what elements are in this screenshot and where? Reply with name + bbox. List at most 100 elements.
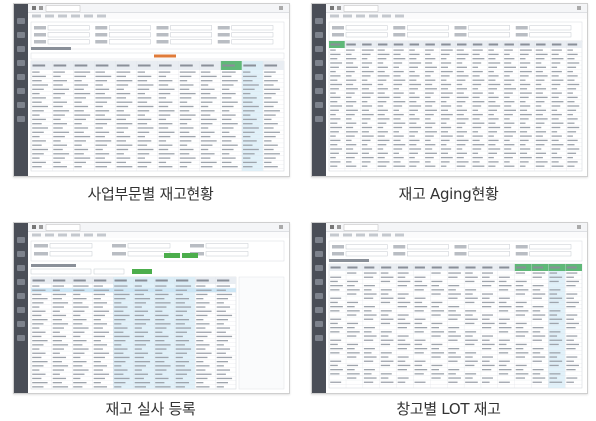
toolbar-button bbox=[356, 14, 365, 18]
cell-text bbox=[498, 280, 507, 283]
cell-text bbox=[52, 344, 69, 346]
cell-text bbox=[380, 272, 389, 274]
cell-text bbox=[155, 331, 163, 333]
cell-text bbox=[95, 123, 108, 125]
cell-text bbox=[488, 105, 501, 107]
cell-text bbox=[93, 335, 105, 338]
cell-text bbox=[53, 101, 67, 103]
cell-text bbox=[114, 352, 124, 354]
cell-text bbox=[216, 327, 231, 329]
cell-text bbox=[73, 348, 89, 350]
cell-text bbox=[243, 161, 257, 164]
filter-label bbox=[34, 33, 46, 37]
cell-text bbox=[93, 340, 101, 342]
cell-text bbox=[114, 382, 126, 384]
cell-text bbox=[196, 361, 204, 363]
cell-text bbox=[482, 356, 493, 358]
cell-text bbox=[532, 369, 544, 371]
cell-text bbox=[93, 285, 103, 287]
cell-text bbox=[155, 285, 167, 287]
cell-text bbox=[221, 84, 234, 86]
cell-text bbox=[179, 127, 194, 129]
cell-text bbox=[431, 364, 443, 367]
cell-text bbox=[330, 381, 342, 383]
filter-label bbox=[515, 33, 528, 37]
cell-text bbox=[409, 118, 420, 120]
cell-text bbox=[330, 113, 336, 116]
cell-text bbox=[137, 144, 148, 146]
cell-text bbox=[221, 161, 232, 164]
cell-text bbox=[216, 344, 224, 346]
column-header-label bbox=[53, 279, 66, 282]
cell-text bbox=[52, 352, 60, 354]
cell-text bbox=[116, 75, 127, 78]
sidebar-item bbox=[17, 321, 25, 327]
cell-text bbox=[535, 66, 547, 68]
cell-text bbox=[519, 113, 532, 116]
cell-text bbox=[472, 101, 485, 103]
column-header-label bbox=[472, 43, 483, 46]
cell-text bbox=[32, 84, 49, 86]
cell-text bbox=[472, 113, 483, 116]
cell-text bbox=[137, 135, 145, 138]
filter-input bbox=[468, 25, 510, 31]
cell-text bbox=[93, 361, 101, 363]
cell-text bbox=[52, 365, 69, 367]
cell-text bbox=[346, 122, 357, 124]
cell-text bbox=[431, 352, 445, 354]
cell-text bbox=[549, 314, 558, 316]
cell-text bbox=[330, 53, 341, 56]
cell-text bbox=[532, 373, 541, 375]
cell-text bbox=[32, 110, 44, 112]
cell-text bbox=[431, 327, 439, 329]
cell-text bbox=[243, 140, 257, 142]
column-header-label bbox=[330, 266, 341, 269]
cell-text bbox=[380, 373, 392, 375]
cell-text bbox=[363, 318, 374, 320]
cell-text bbox=[535, 62, 542, 64]
cell-text bbox=[472, 109, 479, 111]
cell-text bbox=[551, 135, 562, 137]
cell-text bbox=[179, 148, 194, 151]
screen-thumbnail bbox=[14, 4, 289, 176]
highlight-column bbox=[154, 277, 175, 389]
cell-text bbox=[377, 161, 390, 163]
cell-text bbox=[175, 348, 192, 350]
cell-text bbox=[346, 58, 357, 60]
cell-text bbox=[216, 377, 233, 380]
cell-text bbox=[175, 310, 187, 312]
cell-text bbox=[32, 382, 48, 384]
filter-label bbox=[156, 33, 169, 37]
cell-text bbox=[515, 289, 529, 291]
cell-text bbox=[515, 293, 526, 295]
column-header-label bbox=[217, 279, 230, 282]
cell-text bbox=[221, 118, 232, 121]
cell-text bbox=[264, 131, 280, 133]
cell-text bbox=[567, 144, 575, 146]
action-button bbox=[164, 253, 180, 258]
cell-text bbox=[347, 331, 360, 333]
cell-text bbox=[93, 327, 103, 329]
cell-text bbox=[448, 381, 458, 383]
cell-text bbox=[532, 335, 546, 337]
cell-text bbox=[175, 298, 190, 300]
cell-text bbox=[179, 110, 190, 112]
form-input bbox=[127, 243, 171, 249]
cell-text bbox=[158, 101, 173, 103]
cell-text bbox=[380, 381, 394, 383]
cell-text bbox=[200, 114, 211, 116]
cell-text bbox=[504, 88, 516, 90]
cell-text bbox=[532, 356, 546, 358]
filter-label bbox=[34, 40, 46, 44]
cell-text bbox=[137, 97, 152, 99]
cell-text bbox=[472, 139, 480, 142]
cell-text bbox=[221, 123, 238, 125]
cell-text bbox=[32, 356, 42, 359]
cell-text bbox=[216, 369, 231, 371]
form-label bbox=[112, 244, 126, 248]
cell-text bbox=[532, 276, 542, 278]
cell-text bbox=[221, 144, 238, 146]
cell-text bbox=[549, 322, 559, 325]
cell-text bbox=[465, 297, 478, 299]
cell-text bbox=[93, 293, 105, 296]
